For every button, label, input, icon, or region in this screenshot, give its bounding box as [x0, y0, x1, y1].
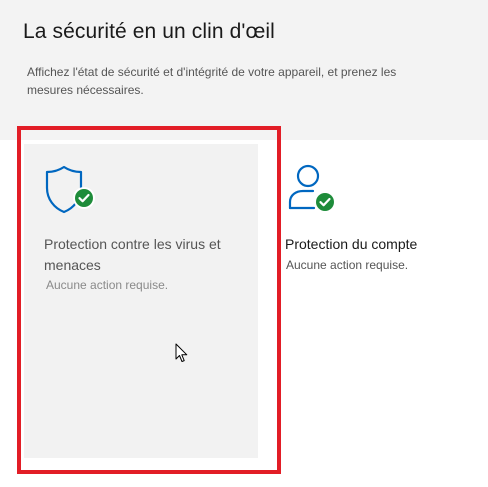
virus-threat-protection-card[interactable]: Protection contre les virus et menaces A… [24, 144, 258, 458]
shield-check-icon [44, 162, 100, 221]
page-description: Affichez l'état de sécurité et d'intégri… [27, 65, 397, 97]
partial-icon [52, 481, 72, 487]
card-title: Protection du compte [285, 236, 418, 252]
page-title: La sécurité en un clin d'œil [23, 20, 275, 43]
person-check-icon [286, 162, 342, 221]
card-status: Aucune action requise. [286, 258, 409, 272]
mouse-cursor-icon [175, 343, 189, 368]
card-title: Protection contre les virus et menaces [44, 236, 221, 273]
partial-icon [288, 481, 328, 487]
card-status: Aucune action requise. [46, 278, 169, 292]
account-protection-card[interactable]: Protection du compte Aucune action requi… [266, 144, 488, 458]
